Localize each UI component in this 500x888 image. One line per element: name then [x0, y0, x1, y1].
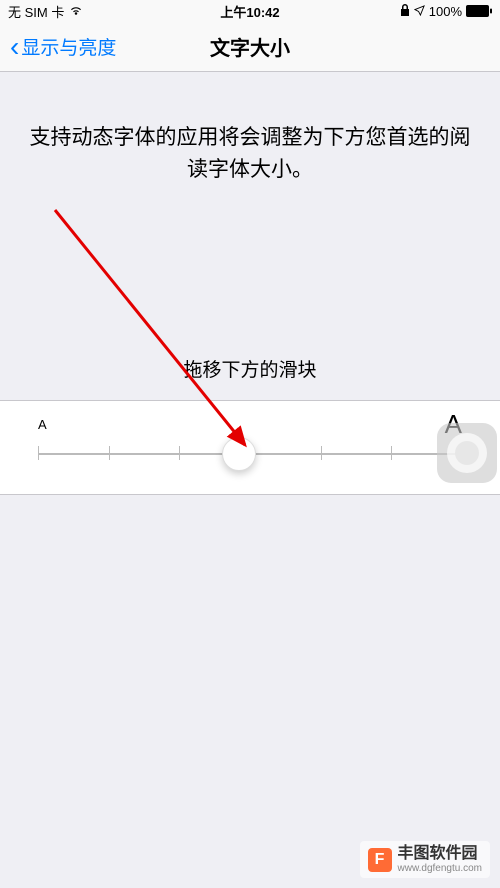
assistive-touch-button[interactable]: [437, 423, 497, 483]
text-size-slider-container: A A: [0, 400, 500, 495]
battery-text: 100%: [429, 4, 462, 19]
assistive-touch-core: [455, 441, 479, 465]
status-time: 上午10:42: [220, 2, 279, 21]
assistive-touch-inner: [447, 433, 487, 473]
watermark-url: www.dgfengtu.com: [398, 863, 483, 874]
dynamic-type-description: 支持动态字体的应用将会调整为下方您首选的阅读字体大小。: [0, 122, 500, 185]
wifi-icon: [69, 4, 83, 19]
page-title: 文字大小: [210, 32, 290, 61]
location-icon: [414, 4, 425, 19]
size-small-label: A: [38, 417, 47, 432]
watermark: F 丰图软件园 www.dgfengtu.com: [360, 841, 491, 878]
watermark-title: 丰图软件园: [398, 845, 483, 863]
back-button[interactable]: ‹ 显示与亮度: [10, 33, 116, 61]
navigation-bar: ‹ 显示与亮度 文字大小: [0, 22, 500, 72]
battery-icon: [466, 5, 492, 17]
carrier-text: 无 SIM 卡: [8, 2, 64, 21]
text-size-slider-thumb[interactable]: [222, 437, 256, 471]
chevron-left-icon: ‹: [10, 33, 19, 61]
slider-instruction: 拖移下方的滑块: [0, 355, 500, 382]
watermark-logo: F: [368, 848, 392, 872]
back-label: 显示与亮度: [21, 33, 116, 60]
lock-icon: [400, 4, 410, 19]
status-bar: 无 SIM 卡 上午10:42 100%: [0, 0, 500, 22]
